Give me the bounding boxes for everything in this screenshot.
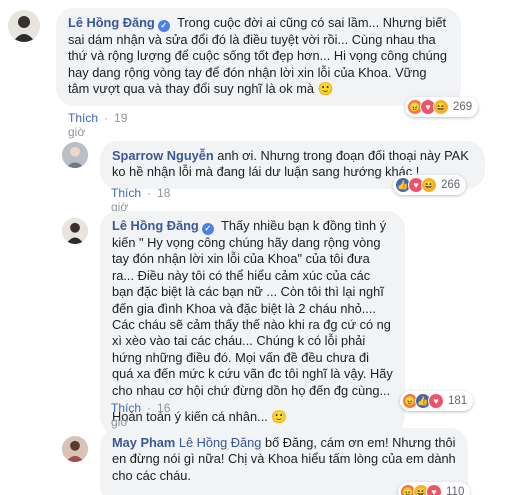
author-name[interactable]: Sparrow Nguyễn: [112, 148, 214, 163]
mention-link[interactable]: Lê Hồng Đăng: [179, 435, 262, 450]
like-button[interactable]: Thích: [111, 401, 141, 415]
reaction-count: 110: [446, 486, 465, 495]
reaction-summary[interactable]: 😠 ♥ 😆 269: [405, 97, 479, 117]
avatar[interactable]: [62, 142, 88, 168]
avatar[interactable]: [62, 218, 88, 244]
author-name[interactable]: Lê Hồng Đăng: [68, 15, 155, 30]
comment-actions: Thích · 16 giờ: [111, 401, 171, 429]
like-button[interactable]: Thích: [68, 111, 98, 125]
haha-reaction-icon: 😆: [433, 99, 449, 115]
smile-emoji-icon: 🙂: [317, 81, 334, 97]
avatar[interactable]: [8, 10, 40, 42]
verified-badge-icon: ✓: [157, 20, 170, 32]
love-reaction-icon: ♥: [428, 393, 444, 409]
avatar[interactable]: [62, 436, 88, 462]
comment-actions: Thích · 19 giờ: [68, 111, 128, 139]
reaction-summary[interactable]: 😠 👍 ♥ 181: [400, 391, 474, 411]
comment-bubble: Lê Hồng Đăng ✓ Trong cuộc đời ai cũng có …: [56, 8, 461, 106]
reaction-count: 269: [453, 101, 473, 113]
smile-emoji-icon: 🙂: [271, 409, 288, 425]
reaction-count: 266: [441, 179, 461, 191]
reaction-count: 181: [448, 395, 468, 407]
author-name[interactable]: Lê Hồng Đăng: [112, 218, 199, 233]
comment-text: Thấy nhiều bạn k đồng tình ý kiến " Hy v…: [112, 218, 393, 398]
reaction-summary[interactable]: 👍 ♥ 😆 266: [393, 175, 467, 195]
comment-actions: Thích · 18 giờ: [111, 186, 171, 214]
author-name[interactable]: May Pham: [112, 435, 175, 450]
haha-reaction-icon: 😆: [421, 177, 437, 193]
verified-badge-icon: ✓: [201, 223, 214, 235]
like-button[interactable]: Thích: [111, 186, 141, 200]
love-reaction-icon: ♥: [426, 484, 442, 495]
reaction-summary[interactable]: 😠 😆 ♥ 110: [398, 482, 471, 495]
